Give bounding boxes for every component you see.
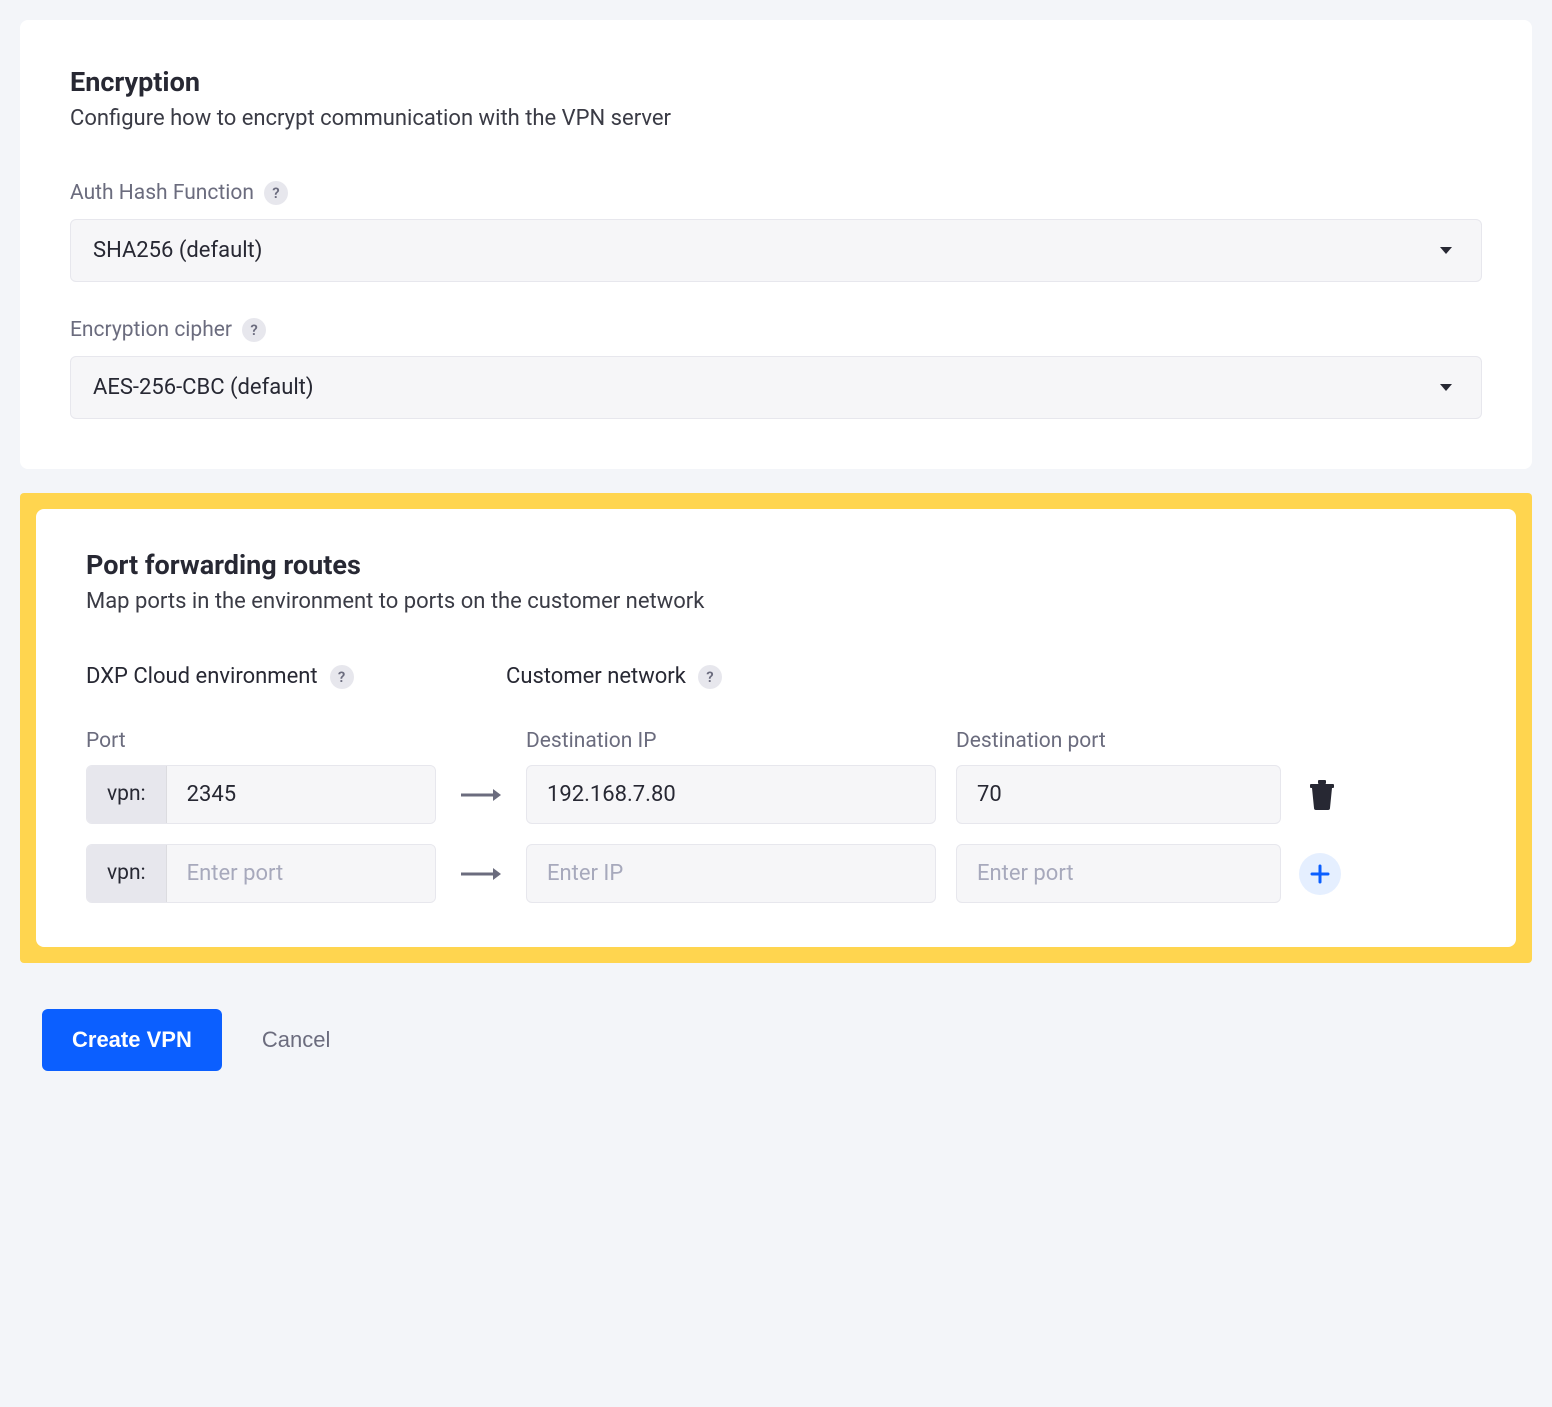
cipher-select[interactable]: AES-256-CBC (default) xyxy=(70,356,1482,419)
auth-hash-label: Auth Hash Function xyxy=(70,181,254,205)
port-prefix: vpn: xyxy=(87,766,167,823)
cipher-field: Encryption cipher ? AES-256-CBC (default… xyxy=(70,318,1482,419)
encryption-description: Configure how to encrypt communication w… xyxy=(70,106,1482,131)
destination-ip-input[interactable] xyxy=(526,844,936,903)
net-header-label: Customer network xyxy=(506,664,686,689)
port-input[interactable] xyxy=(167,845,435,902)
chevron-down-icon xyxy=(1439,246,1453,256)
add-row-button[interactable] xyxy=(1299,853,1341,895)
destination-port-input[interactable] xyxy=(956,844,1281,903)
port-input[interactable] xyxy=(167,766,435,823)
help-icon[interactable]: ? xyxy=(264,181,288,205)
port-section-headers: DXP Cloud environment ? Customer network… xyxy=(86,664,1466,689)
auth-hash-label-row: Auth Hash Function ? xyxy=(70,181,1482,205)
cancel-button[interactable]: Cancel xyxy=(262,1027,330,1053)
port-forwarding-card: Port forwarding routes Map ports in the … xyxy=(36,509,1516,947)
help-icon[interactable]: ? xyxy=(330,665,354,689)
plus-icon xyxy=(1310,864,1330,884)
port-column-headers: Port Destination IP Destination port xyxy=(86,729,1466,753)
arrow-right-icon xyxy=(436,867,526,881)
chevron-down-icon xyxy=(1439,383,1453,393)
env-header-label: DXP Cloud environment xyxy=(86,664,318,689)
arrow-right-icon xyxy=(436,788,526,802)
help-icon[interactable]: ? xyxy=(698,665,722,689)
encryption-card: Encryption Configure how to encrypt comm… xyxy=(20,20,1532,469)
destination-ip-input[interactable] xyxy=(526,765,936,824)
cipher-label-row: Encryption cipher ? xyxy=(70,318,1482,342)
form-actions: Create VPN Cancel xyxy=(20,1009,1532,1071)
create-vpn-button[interactable]: Create VPN xyxy=(42,1009,222,1071)
delete-row-button[interactable] xyxy=(1303,774,1341,816)
port-forwarding-title: Port forwarding routes xyxy=(86,549,1466,581)
help-icon[interactable]: ? xyxy=(242,318,266,342)
cipher-select-value: AES-256-CBC (default) xyxy=(93,375,314,400)
port-row: vpn: xyxy=(86,765,1466,824)
net-header-cell: Customer network ? xyxy=(506,664,916,689)
port-forwarding-highlight: Port forwarding routes Map ports in the … xyxy=(20,493,1532,963)
encryption-title: Encryption xyxy=(70,66,1482,98)
port-row: vpn: xyxy=(86,844,1466,903)
col-dest-ip-label: Destination IP xyxy=(526,729,936,753)
auth-hash-field: Auth Hash Function ? SHA256 (default) xyxy=(70,181,1482,282)
col-dest-port-label: Destination port xyxy=(956,729,1281,753)
port-input-group: vpn: xyxy=(86,844,436,903)
port-forwarding-description: Map ports in the environment to ports on… xyxy=(86,589,1466,614)
trash-icon xyxy=(1309,780,1335,810)
col-port-label: Port xyxy=(86,729,436,753)
cipher-label: Encryption cipher xyxy=(70,318,232,342)
destination-port-input[interactable] xyxy=(956,765,1281,824)
auth-hash-select[interactable]: SHA256 (default) xyxy=(70,219,1482,282)
port-input-group: vpn: xyxy=(86,765,436,824)
port-prefix: vpn: xyxy=(87,845,167,902)
env-header-cell: DXP Cloud environment ? xyxy=(86,664,436,689)
auth-hash-select-value: SHA256 (default) xyxy=(93,238,262,263)
